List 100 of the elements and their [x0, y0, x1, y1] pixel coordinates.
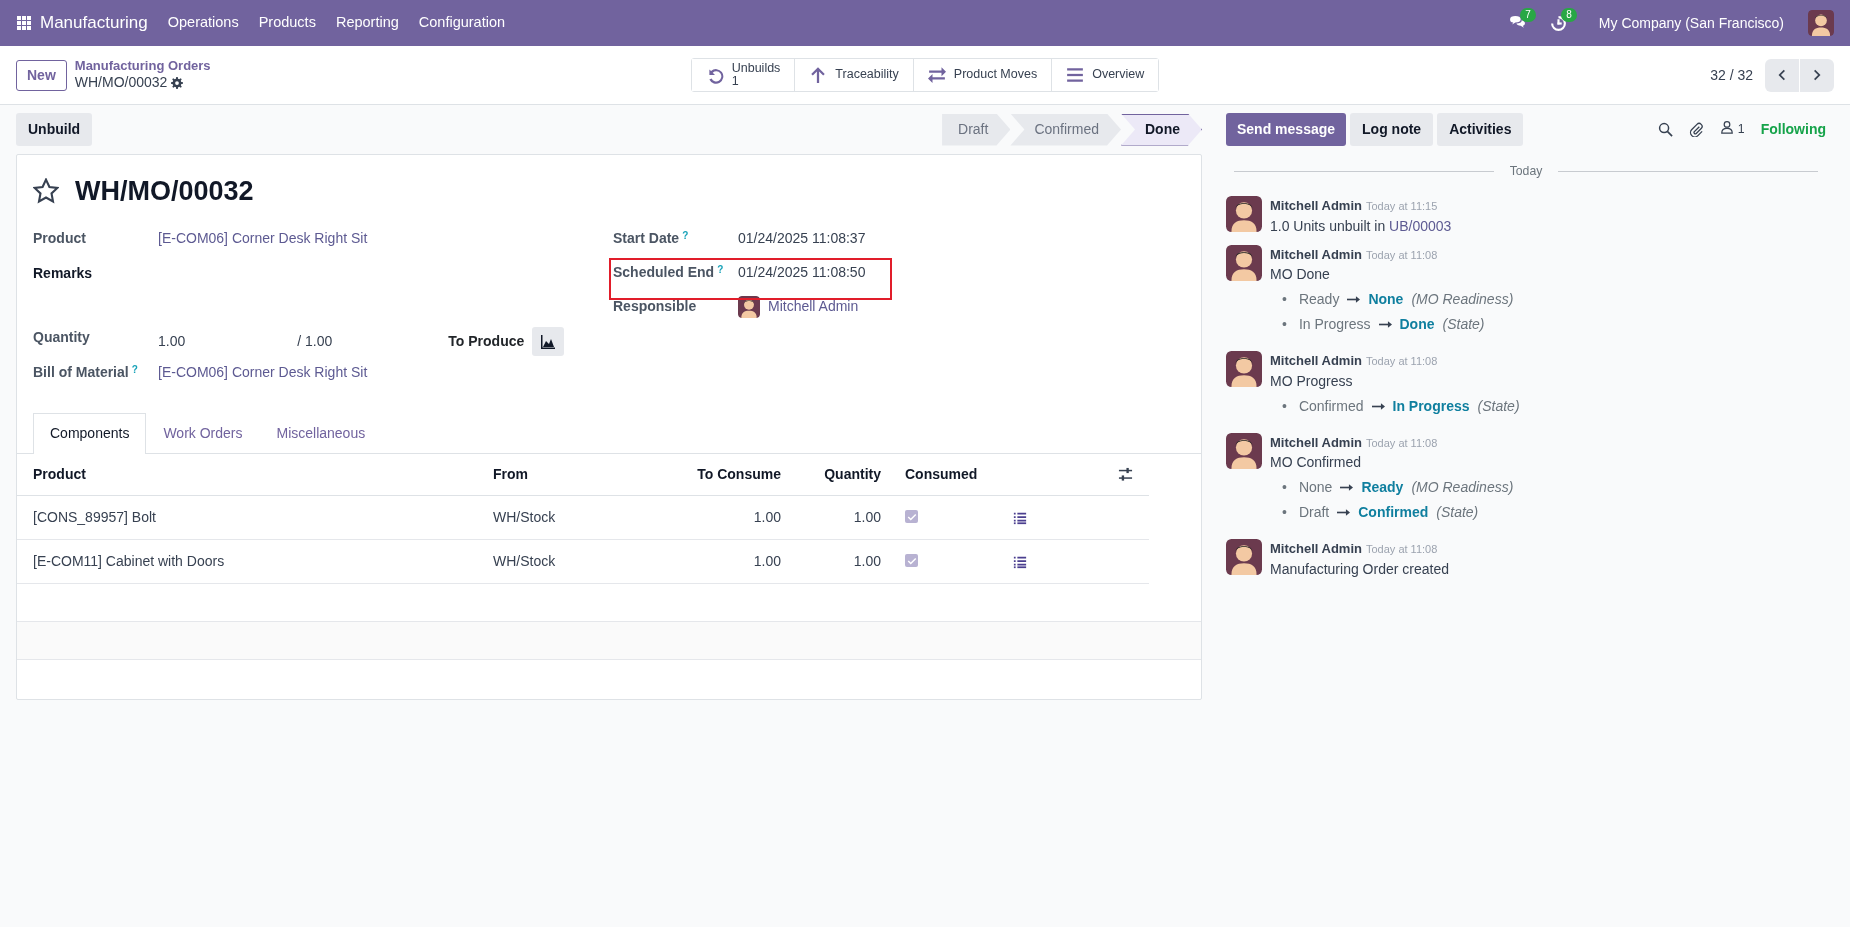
status-step[interactable]: Done — [1121, 113, 1202, 146]
field-link[interactable]: [E-COM06] Corner Desk Right Sit — [158, 361, 368, 383]
avatar — [1808, 10, 1834, 36]
table-cell: 1.00 — [797, 539, 897, 583]
new-value: Done — [1399, 315, 1435, 335]
author-name: Mitchell Admin — [1270, 540, 1362, 559]
avatar — [1226, 244, 1262, 281]
author-name: Mitchell Admin — [1270, 197, 1362, 216]
pager-counter: 32 / 32 — [1710, 65, 1753, 85]
chart-button[interactable] — [532, 326, 565, 356]
field-label: Responsible — [613, 296, 697, 316]
message-text: MO Progress — [1270, 371, 1354, 391]
record-title: WH/MO/00032 — [75, 175, 254, 208]
column-header[interactable]: Product — [17, 453, 477, 495]
field-value: 1.00 — [158, 331, 186, 351]
message-time: Today at 11:08 — [1365, 354, 1438, 370]
sliders-icon[interactable] — [1117, 467, 1133, 483]
field-name: (State) — [1436, 503, 1479, 523]
column-header[interactable]: To Consume — [667, 453, 797, 495]
field-label: Quantity — [33, 327, 90, 347]
field-label: Scheduled End — [613, 262, 715, 282]
old-value: None — [1298, 478, 1333, 498]
smart-button[interactable]: Unbuilds 1 — [691, 59, 796, 91]
message-time: Today at 11:08 — [1365, 542, 1438, 558]
message-text: Manufacturing Order created — [1270, 559, 1450, 579]
list-icon[interactable] — [1013, 554, 1027, 569]
chatter-button[interactable]: Activities — [1437, 113, 1524, 146]
status-step[interactable]: Confirmed — [1010, 113, 1121, 146]
avatar — [1226, 539, 1262, 576]
message-time: Today at 11:15 — [1365, 199, 1438, 215]
bullet-mark: • — [1282, 396, 1287, 416]
count-badge: 7 — [1520, 7, 1536, 22]
date-separator: Today — [1509, 163, 1543, 180]
table-cell: [CONS_89957] Bolt — [17, 495, 477, 539]
field-name: (State) — [1442, 315, 1485, 335]
tab[interactable]: Components — [33, 412, 147, 454]
tab[interactable]: Miscellaneous — [259, 412, 383, 453]
record-name: WH/MO/00032 — [74, 74, 168, 92]
field-name: (State) — [1477, 396, 1520, 416]
table-cell: WH/Stock — [477, 539, 667, 583]
old-value: Ready — [1298, 290, 1340, 310]
previous-button[interactable] — [1765, 58, 1799, 92]
record-link[interactable]: UB/00003 — [1389, 217, 1452, 234]
old-value: Draft — [1298, 503, 1330, 523]
column-header[interactable]: From — [477, 453, 667, 495]
menu-icon — [1066, 66, 1085, 84]
field-link[interactable]: [E-COM06] Corner Desk Right Sit — [158, 227, 368, 249]
bullet-mark: • — [1282, 478, 1287, 498]
star-icon[interactable] — [33, 178, 59, 205]
table-cell: 1.00 — [667, 539, 797, 583]
author-name: Mitchell Admin — [1270, 352, 1362, 371]
settings-icon[interactable] — [171, 77, 184, 90]
swap-arrows-icon — [927, 66, 946, 84]
field-label: Bill of Material — [33, 362, 129, 382]
breadcrumb-link[interactable]: Manufacturing Orders — [74, 58, 211, 75]
field-label: Product — [33, 228, 86, 248]
status-step[interactable]: Draft — [942, 113, 1011, 146]
new-value: In Progress — [1392, 396, 1470, 416]
avatar — [1226, 432, 1262, 469]
menu-item[interactable]: Operations — [157, 12, 249, 34]
follower-icon[interactable] — [1719, 120, 1734, 135]
table-cell: 1.00 — [797, 495, 897, 539]
user-link[interactable]: Mitchell Admin — [768, 296, 859, 317]
paperclip-icon[interactable] — [1688, 122, 1704, 137]
field-label: Start Date — [613, 228, 680, 248]
field-value: 01/24/2025 11:08:37 — [738, 228, 866, 248]
unbuild-button[interactable]: Unbuild — [16, 113, 93, 146]
company-name[interactable]: My Company (San Francisco) — [1598, 12, 1784, 34]
message-time: Today at 11:08 — [1365, 247, 1438, 263]
field-label: Remarks — [33, 263, 93, 283]
field-name: (MO Readiness) — [1411, 290, 1514, 310]
new-value: Confirmed — [1358, 503, 1429, 523]
next-button[interactable] — [1800, 58, 1834, 92]
old-value: Confirmed — [1298, 396, 1364, 416]
bullet-mark: • — [1282, 290, 1287, 310]
message-text: MO Confirmed — [1270, 453, 1363, 473]
chatter-button[interactable]: Log note — [1350, 113, 1434, 146]
list-icon[interactable] — [1013, 510, 1027, 525]
author-name: Mitchell Admin — [1270, 245, 1362, 264]
chatter-button[interactable]: Send message — [1226, 113, 1347, 146]
bullet-mark: • — [1282, 503, 1287, 523]
bullet-mark: • — [1282, 315, 1287, 335]
menu-item[interactable]: Reporting — [325, 12, 409, 34]
column-header[interactable]: Quantity — [797, 453, 897, 495]
author-name: Mitchell Admin — [1270, 433, 1362, 452]
clock-icon[interactable] — [1549, 14, 1567, 32]
column-header[interactable]: Consumed — [897, 453, 997, 495]
field-name: (MO Readiness) — [1411, 478, 1514, 498]
menu-item[interactable]: Configuration — [408, 12, 516, 34]
tab[interactable]: Work Orders — [146, 412, 260, 453]
app-name[interactable]: Manufacturing — [40, 10, 148, 36]
search-icon[interactable] — [1657, 122, 1673, 137]
apps-menu-icon[interactable] — [16, 15, 32, 31]
old-value: In Progress — [1298, 315, 1371, 335]
new-value: None — [1368, 290, 1404, 310]
table-cell: 1.00 — [667, 495, 797, 539]
new-button[interactable]: New — [16, 59, 67, 91]
follower-count: 1 — [1737, 121, 1745, 139]
avatar — [1226, 351, 1262, 388]
menu-item[interactable]: Products — [248, 12, 326, 34]
